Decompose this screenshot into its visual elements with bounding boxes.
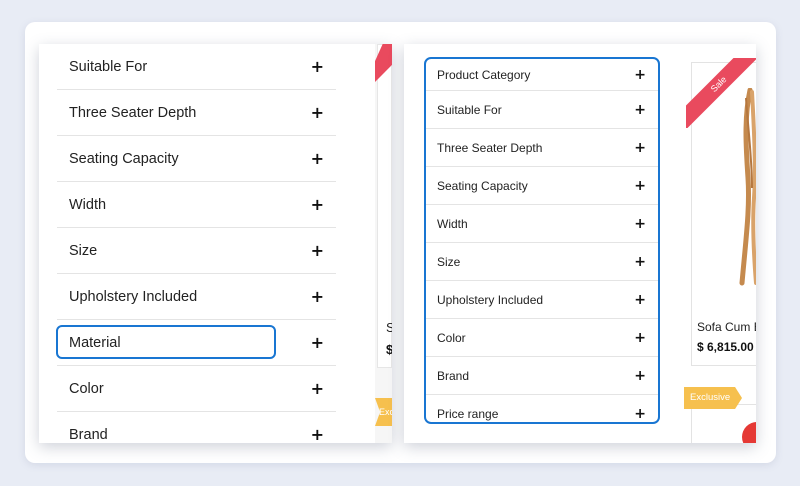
- plus-icon[interactable]: +: [634, 140, 646, 156]
- filter-label: Seating Capacity: [69, 150, 179, 167]
- plus-icon[interactable]: +: [311, 195, 324, 214]
- filter-label: Upholstery Included: [69, 288, 198, 305]
- filter-label: Color: [69, 380, 104, 397]
- plus-icon[interactable]: +: [311, 103, 324, 122]
- filter-label: Three Seater Depth: [437, 140, 543, 155]
- plus-icon[interactable]: +: [311, 425, 324, 443]
- filter-item-color[interactable]: Color +: [57, 366, 336, 412]
- plus-icon[interactable]: +: [634, 216, 646, 232]
- sale-ribbon: Sale: [686, 58, 756, 128]
- filter-list: Suitable For + Three Seater Depth + Seat…: [56, 44, 336, 443]
- filter-label: Color: [437, 330, 466, 345]
- plus-icon[interactable]: +: [311, 149, 324, 168]
- filter-item-brand[interactable]: Brand +: [57, 412, 336, 443]
- filter-label: Upholstery Included: [437, 292, 544, 307]
- plus-icon[interactable]: +: [634, 368, 646, 384]
- plus-icon[interactable]: +: [634, 67, 646, 83]
- filter-label: Price range: [437, 406, 499, 421]
- filter-item-upholstery-included[interactable]: Upholstery Included +: [57, 274, 336, 320]
- filter-item-width[interactable]: Width +: [426, 205, 658, 243]
- plus-icon[interactable]: +: [311, 287, 324, 306]
- filter-list-focused: Product Category + Suitable For + Three …: [424, 57, 660, 424]
- filter-item-product-category[interactable]: Product Category +: [426, 59, 658, 91]
- filter-label: Material: [69, 334, 121, 351]
- filter-label: Suitable For: [69, 58, 148, 75]
- product-price: $: [386, 342, 392, 357]
- filter-item-seating-capacity[interactable]: Seating Capacity +: [426, 167, 658, 205]
- filter-item-material[interactable]: Material +: [56, 320, 336, 366]
- filter-item-width[interactable]: Width +: [57, 182, 336, 228]
- filter-label: Size: [437, 254, 461, 269]
- filter-label: Three Seater Depth: [69, 104, 197, 121]
- filter-label: Suitable For: [437, 102, 502, 117]
- product-name: S: [386, 320, 392, 335]
- filter-item-three-seater-depth[interactable]: Three Seater Depth +: [57, 90, 336, 136]
- filter-label: Brand: [69, 426, 108, 443]
- filter-item-size[interactable]: Size +: [57, 228, 336, 274]
- filter-label: Size: [69, 242, 98, 259]
- filter-label: Width: [437, 216, 468, 231]
- filter-item-upholstery-included[interactable]: Upholstery Included +: [426, 281, 658, 319]
- filter-item-three-seater-depth[interactable]: Three Seater Depth +: [426, 129, 658, 167]
- plus-icon[interactable]: +: [311, 57, 324, 76]
- filter-item-suitable-for[interactable]: Suitable For +: [426, 91, 658, 129]
- filter-label: Brand: [437, 368, 470, 383]
- plus-icon[interactable]: +: [634, 406, 646, 422]
- filter-item-price-range[interactable]: Price range +: [426, 395, 658, 422]
- product-grid-strip: S $ Exc: [375, 44, 392, 443]
- plus-icon[interactable]: +: [634, 102, 646, 118]
- left-filter-panel: Suitable For + Three Seater Depth + Seat…: [39, 44, 392, 443]
- plus-icon[interactable]: +: [634, 292, 646, 308]
- filter-item-brand[interactable]: Brand +: [426, 357, 658, 395]
- exclusive-badge: Exclusive: [684, 387, 742, 409]
- product-price: $ 6,815.00: [697, 340, 754, 354]
- filter-item-color[interactable]: Color +: [426, 319, 658, 357]
- plus-icon[interactable]: +: [634, 254, 646, 270]
- filter-label: Seating Capacity: [437, 178, 528, 193]
- plus-icon[interactable]: +: [311, 333, 324, 352]
- plus-icon[interactable]: +: [634, 178, 646, 194]
- filter-label: Width: [69, 196, 107, 213]
- exclusive-badge-label: Exc: [379, 407, 392, 417]
- product-name[interactable]: Sofa Cum B: [697, 320, 756, 334]
- filter-item-seating-capacity[interactable]: Seating Capacity +: [57, 136, 336, 182]
- sale-ribbon-label: Sale: [686, 58, 756, 128]
- plus-icon[interactable]: +: [311, 241, 324, 260]
- filter-item-size[interactable]: Size +: [426, 243, 658, 281]
- right-filter-panel: Product Category + Suitable For + Three …: [404, 44, 756, 443]
- filter-label: Product Category: [437, 67, 531, 82]
- filter-item-suitable-for[interactable]: Suitable For +: [57, 44, 336, 90]
- plus-icon[interactable]: +: [634, 330, 646, 346]
- plus-icon[interactable]: +: [311, 379, 324, 398]
